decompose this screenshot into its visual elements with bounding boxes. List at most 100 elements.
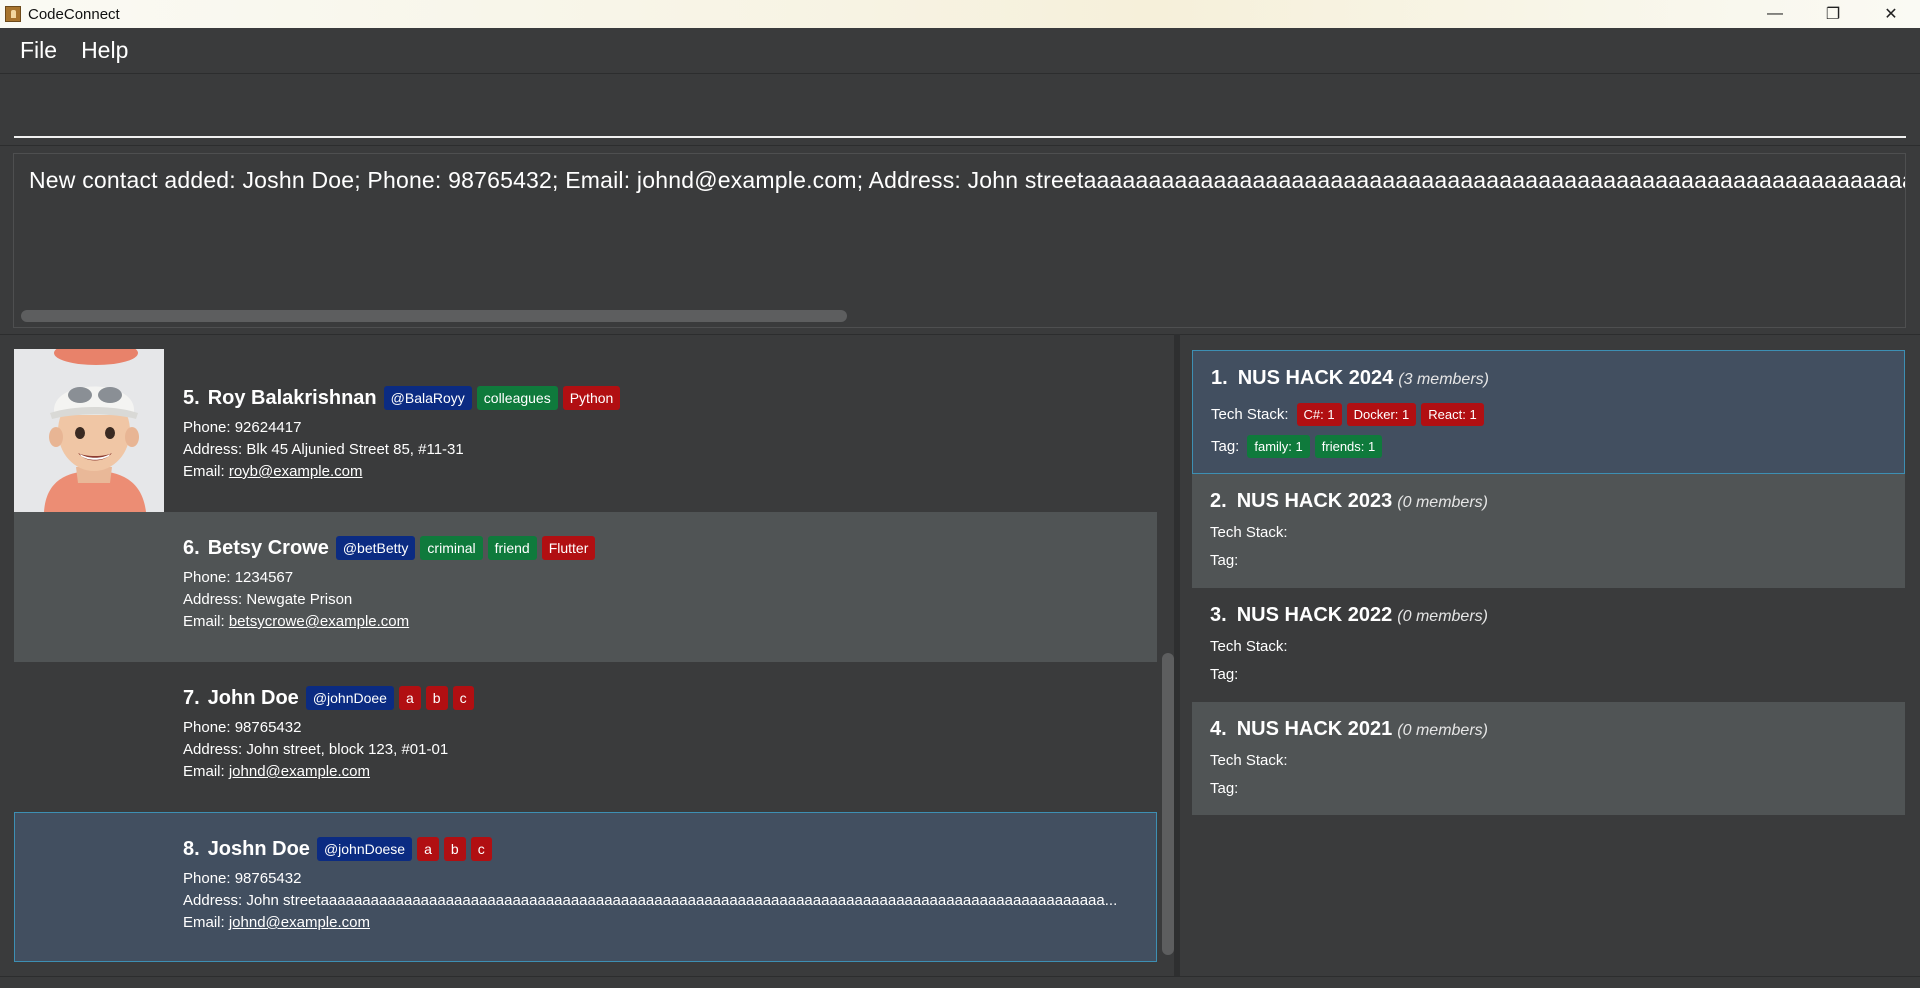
person-list[interactable]: 5. Roy Balakrishnan @BalaRoyy colleagues… <box>14 349 1157 962</box>
tech-stack-badge: a <box>398 686 421 710</box>
person-address: Address: Blk 45 Aljunied Street 85, #11-… <box>183 441 464 458</box>
command-input[interactable] <box>14 98 1906 138</box>
group-header: 1. NUS HACK 2024 (3 members) <box>1211 367 1489 390</box>
group-tag-row: Tag: family: 1 friends: 1 <box>1211 435 1387 458</box>
email-link[interactable]: royb@example.com <box>229 463 363 480</box>
person-phone: Phone: 98765432 <box>183 870 302 887</box>
tag-badge: criminal <box>420 536 483 560</box>
email-label: Email: <box>183 763 229 780</box>
person-card-selected[interactable]: 8. Joshn Doe @johnDoese a b c Phone: 987… <box>14 812 1157 962</box>
result-display[interactable]: New contact added: Joshn Doe; Phone: 987… <box>13 153 1906 328</box>
group-index: 2. <box>1210 490 1227 512</box>
person-list-vertical-scrollbar[interactable] <box>1162 653 1174 955</box>
maximize-button[interactable]: ❐ <box>1804 0 1862 28</box>
group-tech-stack-row: Tech Stack: C#: 1 Docker: 1 React: 1 <box>1211 403 1489 426</box>
tag-label: Tag: <box>1210 552 1239 569</box>
tag-count-badge: friends: 1 <box>1314 435 1383 458</box>
group-card[interactable]: 3. NUS HACK 2022 (0 members) Tech Stack:… <box>1192 588 1905 702</box>
person-email-row: Email: royb@example.com <box>183 461 625 483</box>
telegram-handle-badge: @BalaRoyy <box>383 386 472 410</box>
status-bar <box>0 976 1920 988</box>
email-link[interactable]: johnd@example.com <box>229 914 370 931</box>
person-details: 8. Joshn Doe @johnDoese a b c Phone: 987… <box>183 835 1117 934</box>
tech-stack-badge: a <box>417 837 439 861</box>
group-card[interactable]: 4. NUS HACK 2021 (0 members) Tech Stack:… <box>1192 702 1905 815</box>
person-name: Roy Balakrishnan <box>207 386 377 409</box>
tech-stack-badge: c <box>452 686 474 710</box>
tag-label: Tag: <box>1211 438 1240 455</box>
group-header: 4. NUS HACK 2021 (0 members) <box>1210 718 1488 741</box>
tech-stack-count-badge: Docker: 1 <box>1346 403 1417 426</box>
person-name: Joshn Doe <box>207 837 310 860</box>
email-link[interactable]: betsycrowe@example.com <box>229 613 409 630</box>
person-index: 7. <box>183 686 200 709</box>
tech-stack-badge: Python <box>562 386 621 410</box>
group-tech-stack-row: Tech Stack: <box>1210 752 1296 769</box>
person-header: 6. Betsy Crowe @betBetty criminal friend… <box>183 534 600 562</box>
group-name: NUS HACK 2021 <box>1236 718 1393 740</box>
result-message: New contact added: Joshn Doe; Phone: 987… <box>29 167 1905 193</box>
email-label: Email: <box>183 463 229 480</box>
person-card[interactable]: 6. Betsy Crowe @betBetty criminal friend… <box>14 512 1157 662</box>
window-controls: — ❐ ✕ <box>1746 0 1920 28</box>
minimize-button[interactable]: — <box>1746 0 1804 28</box>
result-horizontal-scrollbar[interactable] <box>21 310 847 322</box>
group-index: 3. <box>1210 604 1227 626</box>
person-address: Address: John street, block 123, #01-01 <box>183 741 449 758</box>
group-name: NUS HACK 2023 <box>1236 490 1393 512</box>
tag-badge: friend <box>487 536 537 560</box>
tech-stack-badge: b <box>443 837 466 861</box>
telegram-handle-badge: @johnDoese <box>316 837 413 861</box>
tech-stack-badge: Flutter <box>541 536 596 560</box>
tech-stack-count-badge: C#: 1 <box>1296 403 1342 426</box>
group-index: 4. <box>1210 718 1227 740</box>
person-email-row: Email: johnd@example.com <box>183 761 479 783</box>
avatar-image <box>14 349 164 512</box>
tag-badge: colleagues <box>476 386 558 410</box>
tag-label: Tag: <box>1210 666 1239 683</box>
avatar <box>14 349 164 512</box>
group-card[interactable]: 2. NUS HACK 2023 (0 members) Tech Stack:… <box>1192 474 1905 588</box>
group-tag-row: Tag: <box>1210 552 1246 569</box>
person-address: Address: John streetaaaaaaaaaaaaaaaaaaaa… <box>183 892 1118 909</box>
group-member-count: (0 members) <box>1397 494 1488 511</box>
person-details: 6. Betsy Crowe @betBetty criminal friend… <box>183 534 600 633</box>
tag-count-badge: family: 1 <box>1247 435 1310 458</box>
menu-file[interactable]: File <box>8 37 69 64</box>
group-index: 1. <box>1211 367 1228 389</box>
person-index: 6. <box>183 536 200 559</box>
group-member-count: (0 members) <box>1397 722 1488 739</box>
group-tag-row: Tag: <box>1210 666 1246 683</box>
app-icon <box>5 6 21 22</box>
person-address: Address: Newgate Prison <box>183 591 353 608</box>
tech-stack-count-badge: React: 1 <box>1421 403 1484 426</box>
telegram-handle-badge: @betBetty <box>335 536 416 560</box>
person-email-row: Email: betsycrowe@example.com <box>183 611 600 633</box>
group-name: NUS HACK 2022 <box>1236 604 1393 626</box>
group-header: 2. NUS HACK 2023 (0 members) <box>1210 490 1488 513</box>
group-card-selected[interactable]: 1. NUS HACK 2024 (3 members) Tech Stack:… <box>1192 350 1905 474</box>
person-card[interactable]: 5. Roy Balakrishnan @BalaRoyy colleagues… <box>14 349 1157 512</box>
email-label: Email: <box>183 914 229 931</box>
group-member-count: (3 members) <box>1398 371 1489 388</box>
person-email-row: Email: johnd@example.com <box>183 912 1117 934</box>
group-tag-row: Tag: <box>1210 780 1246 797</box>
menu-bar: File Help <box>0 28 1920 73</box>
tech-stack-label: Tech Stack: <box>1211 406 1289 423</box>
email-link[interactable]: johnd@example.com <box>229 763 370 780</box>
split-pane-divider[interactable] <box>1174 334 1180 976</box>
telegram-handle-badge: @johnDoee <box>305 686 394 710</box>
tech-stack-label: Tech Stack: <box>1210 752 1288 769</box>
menu-help[interactable]: Help <box>69 37 140 64</box>
group-header: 3. NUS HACK 2022 (0 members) <box>1210 604 1488 627</box>
person-details: 5. Roy Balakrishnan @BalaRoyy colleagues… <box>183 384 625 483</box>
person-phone: Phone: 92624417 <box>183 419 302 436</box>
tag-label: Tag: <box>1210 780 1239 797</box>
person-phone: Phone: 98765432 <box>183 719 302 736</box>
person-phone: Phone: 1234567 <box>183 569 294 586</box>
close-button[interactable]: ✕ <box>1862 0 1920 28</box>
person-name: Betsy Crowe <box>207 536 329 559</box>
person-card[interactable]: 7. John Doe @johnDoee a b c Phone: 98765… <box>14 662 1157 812</box>
tech-stack-badge: b <box>425 686 448 710</box>
command-box <box>0 73 1920 146</box>
